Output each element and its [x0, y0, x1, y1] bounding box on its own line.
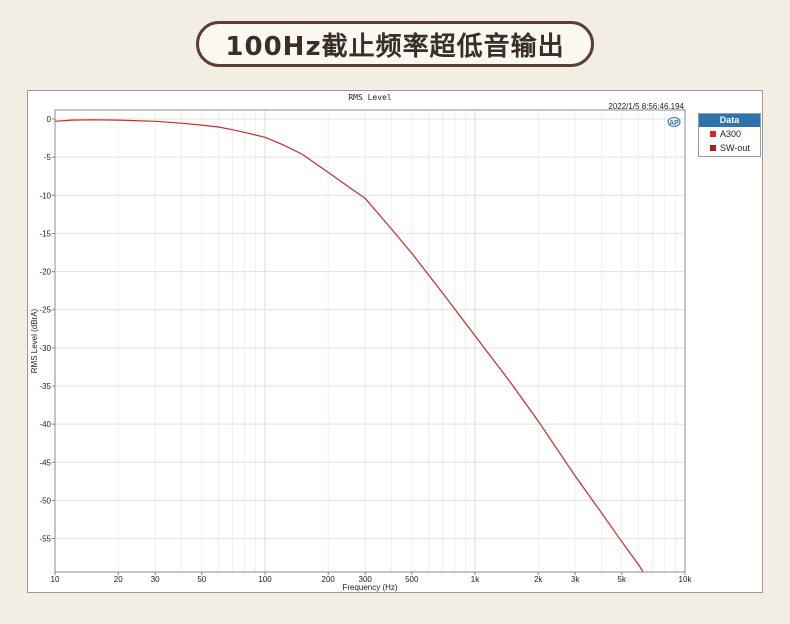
x-tick-label: 1k	[471, 575, 480, 584]
legend-label: A300	[720, 129, 742, 139]
x-tick-label: 200	[322, 575, 336, 584]
y-tick-label: -45	[39, 458, 51, 467]
y-tick-label: -55	[39, 535, 51, 544]
chart-timestamp: 2022/1/5 8:56:46.194	[608, 102, 684, 111]
legend: Data A300 SW-out	[698, 113, 761, 157]
y-tick-label: -5	[44, 153, 52, 162]
y-tick-label: -25	[39, 306, 51, 315]
y-tick-label: -50	[39, 496, 51, 505]
legend-swatch	[710, 131, 716, 137]
chart-title: RMS Level	[348, 93, 392, 102]
legend-label: SW-out	[720, 143, 750, 153]
y-tick-label: 0	[47, 115, 52, 124]
x-tick-label: 10k	[679, 575, 693, 584]
x-tick-label: 100	[258, 575, 272, 584]
x-tick-label: 5k	[618, 575, 627, 584]
y-tick-label: -10	[39, 191, 51, 200]
y-tick-label: -30	[39, 344, 51, 353]
legend-item-sw-out[interactable]: SW-out	[699, 141, 760, 155]
plot-area	[54, 109, 686, 573]
y-tick-label: -35	[39, 382, 51, 391]
y-tick-label: -15	[39, 229, 51, 238]
series-line-a300	[54, 119, 644, 572]
legend-title: Data	[699, 114, 760, 127]
legend-swatch	[710, 145, 716, 151]
x-tick-label: 50	[197, 575, 206, 584]
svg-text:AP: AP	[669, 120, 679, 127]
y-axis-label: RMS Level (dBrA)	[30, 308, 39, 373]
x-tick-label: 30	[151, 575, 160, 584]
x-tick-label: 10	[51, 575, 60, 584]
legend-item-a300[interactable]: A300	[699, 127, 760, 141]
x-tick-label: 2k	[534, 575, 543, 584]
y-tick-label: -40	[39, 420, 51, 429]
chart: RMS Level 2022/1/5 8:56:46.194 AP 10 20 30…	[30, 93, 693, 592]
x-tick-label: 500	[405, 575, 419, 584]
x-axis-label: Frequency (Hz)	[342, 583, 397, 592]
y-tick-label: -20	[39, 268, 51, 277]
x-tick-label: 20	[114, 575, 123, 584]
x-tick-label: 3k	[571, 575, 580, 584]
